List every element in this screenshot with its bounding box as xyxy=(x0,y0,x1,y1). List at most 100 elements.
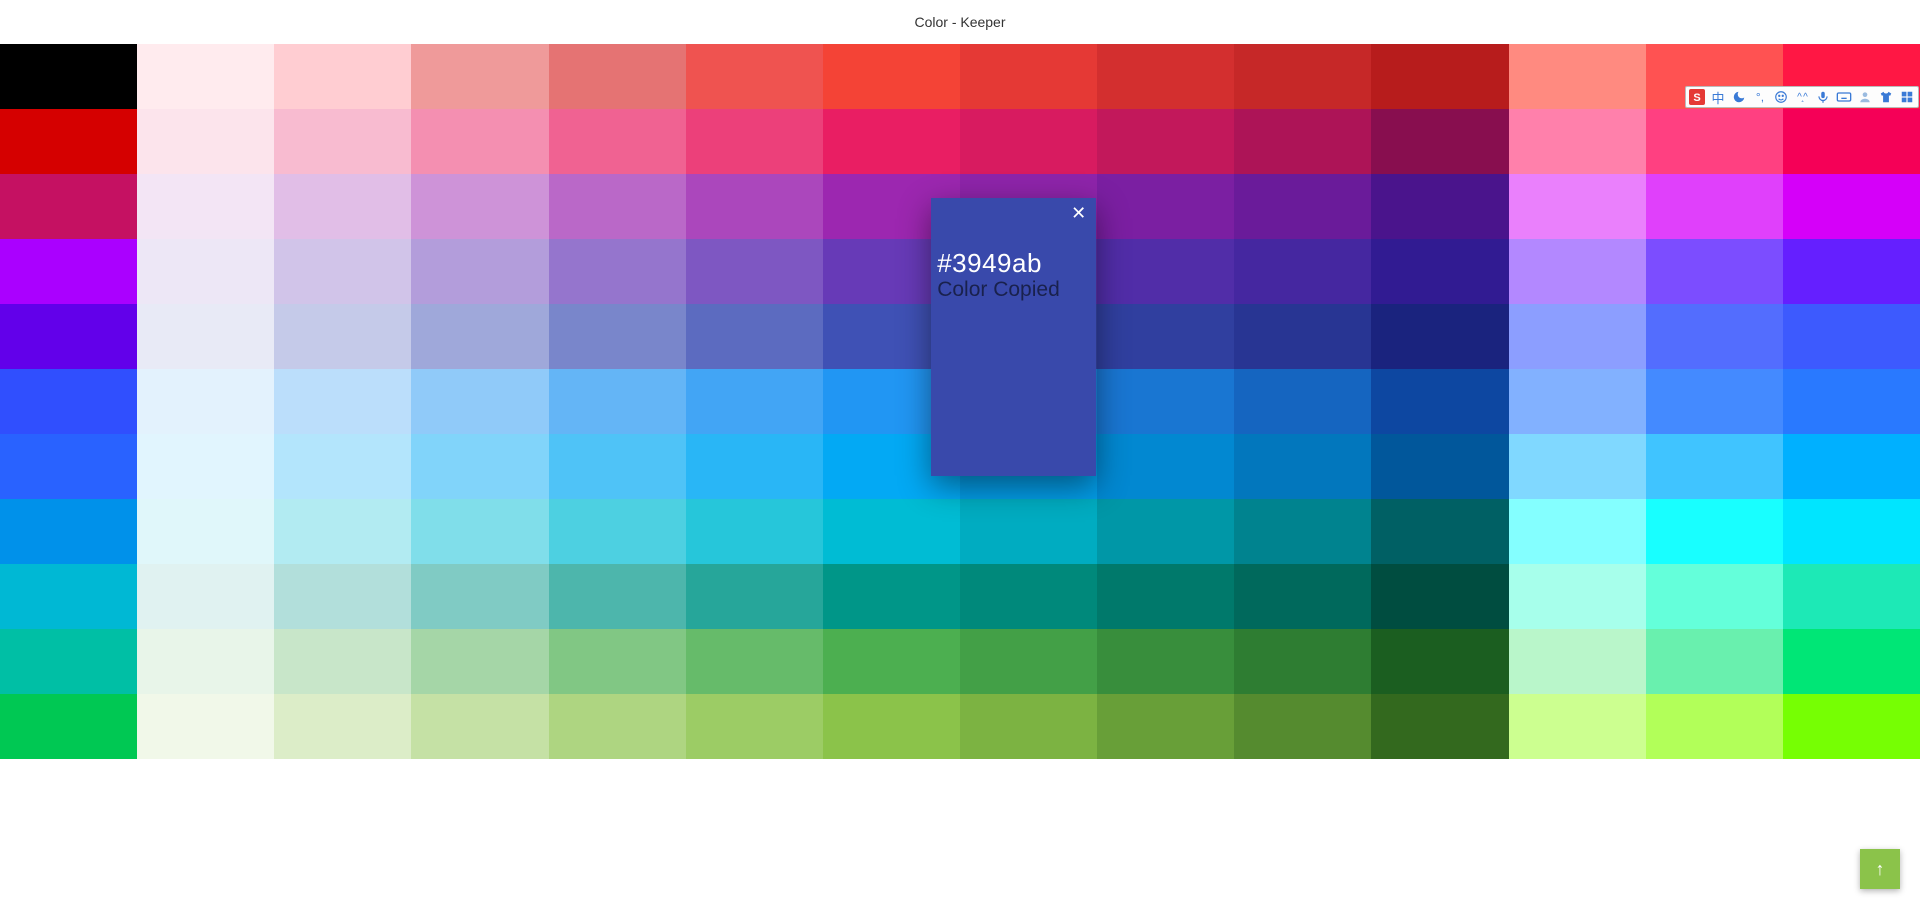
palette-swatch[interactable] xyxy=(1097,369,1234,434)
palette-swatch[interactable] xyxy=(1509,694,1646,759)
palette-swatch[interactable] xyxy=(549,434,686,499)
palette-swatch[interactable] xyxy=(0,629,137,694)
palette-swatch[interactable] xyxy=(0,499,137,564)
palette-swatch[interactable] xyxy=(1097,174,1234,239)
palette-swatch[interactable] xyxy=(1509,174,1646,239)
palette-swatch[interactable] xyxy=(1371,629,1508,694)
scroll-top-button[interactable]: ↑ xyxy=(1860,849,1900,889)
palette-swatch[interactable] xyxy=(686,369,823,434)
palette-swatch[interactable] xyxy=(137,564,274,629)
palette-swatch[interactable] xyxy=(960,564,1097,629)
palette-swatch[interactable] xyxy=(1783,369,1920,434)
palette-swatch[interactable] xyxy=(549,174,686,239)
palette-swatch[interactable] xyxy=(1371,694,1508,759)
palette-swatch[interactable] xyxy=(411,694,548,759)
palette-swatch[interactable] xyxy=(1783,434,1920,499)
palette-swatch[interactable] xyxy=(549,369,686,434)
palette-swatch[interactable] xyxy=(549,44,686,109)
palette-swatch[interactable] xyxy=(137,304,274,369)
palette-swatch[interactable] xyxy=(686,174,823,239)
palette-swatch[interactable] xyxy=(1646,434,1783,499)
palette-swatch[interactable] xyxy=(137,239,274,304)
palette-swatch[interactable] xyxy=(1371,304,1508,369)
palette-swatch[interactable] xyxy=(823,499,960,564)
mic-icon[interactable] xyxy=(1815,89,1831,105)
palette-swatch[interactable] xyxy=(1509,629,1646,694)
palette-swatch[interactable] xyxy=(1234,109,1371,174)
palette-swatch[interactable] xyxy=(1371,434,1508,499)
palette-swatch[interactable] xyxy=(1509,44,1646,109)
palette-swatch[interactable] xyxy=(274,109,411,174)
palette-swatch[interactable] xyxy=(1783,499,1920,564)
palette-swatch[interactable] xyxy=(549,694,686,759)
palette-swatch[interactable] xyxy=(1783,239,1920,304)
palette-swatch[interactable] xyxy=(823,629,960,694)
palette-swatch[interactable] xyxy=(411,304,548,369)
palette-swatch[interactable] xyxy=(411,499,548,564)
user-icon[interactable] xyxy=(1857,89,1873,105)
palette-swatch[interactable] xyxy=(1646,369,1783,434)
palette-swatch[interactable] xyxy=(0,174,137,239)
palette-swatch[interactable] xyxy=(1783,564,1920,629)
palette-swatch[interactable] xyxy=(823,694,960,759)
palette-swatch[interactable] xyxy=(1509,564,1646,629)
palette-swatch[interactable] xyxy=(1234,564,1371,629)
shirt-icon[interactable] xyxy=(1878,89,1894,105)
palette-swatch[interactable] xyxy=(1371,499,1508,564)
palette-swatch[interactable] xyxy=(1234,44,1371,109)
palette-swatch[interactable] xyxy=(1234,369,1371,434)
palette-swatch[interactable] xyxy=(411,564,548,629)
palette-swatch[interactable] xyxy=(1783,694,1920,759)
palette-swatch[interactable] xyxy=(1646,499,1783,564)
palette-swatch[interactable] xyxy=(0,239,137,304)
palette-swatch[interactable] xyxy=(1097,109,1234,174)
palette-swatch[interactable] xyxy=(1097,564,1234,629)
palette-swatch[interactable] xyxy=(137,499,274,564)
palette-swatch[interactable] xyxy=(274,434,411,499)
palette-swatch[interactable] xyxy=(1371,174,1508,239)
palette-swatch[interactable] xyxy=(686,434,823,499)
palette-swatch[interactable] xyxy=(1509,109,1646,174)
palette-swatch[interactable] xyxy=(1783,174,1920,239)
palette-swatch[interactable] xyxy=(411,239,548,304)
palette-swatch[interactable] xyxy=(549,564,686,629)
ime-toolbar[interactable]: S中°,^˰^ xyxy=(1685,86,1919,108)
palette-swatch[interactable] xyxy=(274,239,411,304)
palette-swatch[interactable] xyxy=(1234,434,1371,499)
palette-swatch[interactable] xyxy=(549,109,686,174)
palette-swatch[interactable] xyxy=(1097,629,1234,694)
palette-swatch[interactable] xyxy=(1371,109,1508,174)
grid-icon[interactable] xyxy=(1899,89,1915,105)
palette-swatch[interactable] xyxy=(1509,434,1646,499)
palette-swatch[interactable] xyxy=(137,694,274,759)
palette-swatch[interactable] xyxy=(1646,694,1783,759)
palette-swatch[interactable] xyxy=(274,369,411,434)
palette-swatch[interactable] xyxy=(137,629,274,694)
palette-swatch[interactable] xyxy=(960,109,1097,174)
palette-swatch[interactable] xyxy=(1646,109,1783,174)
palette-swatch[interactable] xyxy=(1509,239,1646,304)
palette-swatch[interactable] xyxy=(0,369,137,434)
palette-swatch[interactable] xyxy=(274,174,411,239)
palette-swatch[interactable] xyxy=(411,434,548,499)
palette-swatch[interactable] xyxy=(960,44,1097,109)
palette-swatch[interactable] xyxy=(0,434,137,499)
palette-swatch[interactable] xyxy=(0,564,137,629)
palette-swatch[interactable] xyxy=(137,174,274,239)
keyboard-icon[interactable] xyxy=(1836,89,1852,105)
palette-swatch[interactable] xyxy=(1646,239,1783,304)
palette-swatch[interactable] xyxy=(549,499,686,564)
palette-swatch[interactable] xyxy=(1234,304,1371,369)
palette-swatch[interactable] xyxy=(411,629,548,694)
palette-swatch[interactable] xyxy=(274,564,411,629)
palette-swatch[interactable] xyxy=(1234,694,1371,759)
face-icon[interactable]: ^˰^ xyxy=(1794,89,1810,105)
palette-swatch[interactable] xyxy=(1097,239,1234,304)
palette-swatch[interactable] xyxy=(1097,694,1234,759)
palette-swatch[interactable] xyxy=(0,304,137,369)
palette-swatch[interactable] xyxy=(686,109,823,174)
palette-swatch[interactable] xyxy=(411,174,548,239)
palette-swatch[interactable] xyxy=(1783,109,1920,174)
emoji-icon[interactable] xyxy=(1773,89,1789,105)
palette-swatch[interactable] xyxy=(1646,174,1783,239)
